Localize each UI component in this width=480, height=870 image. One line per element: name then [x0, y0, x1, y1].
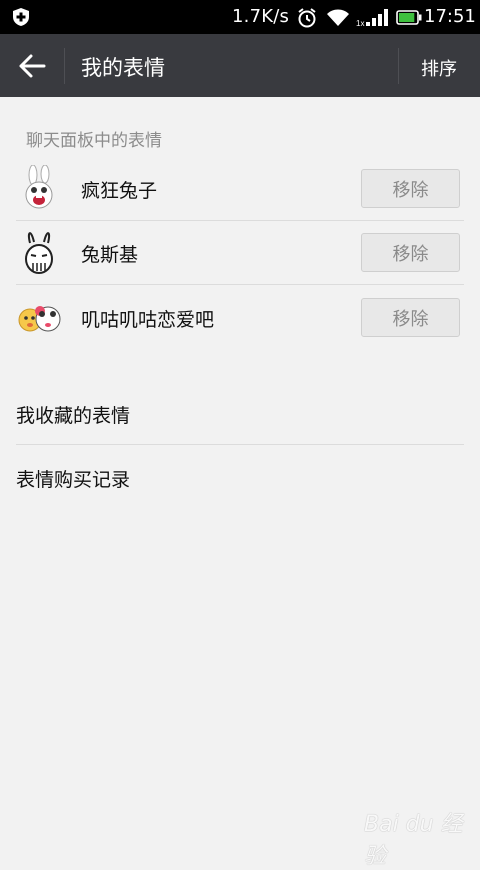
status-bar: 1.7K/s 1x 17:51 [0, 0, 480, 34]
watermark: Bai du 经验 [364, 812, 463, 869]
back-arrow-icon[interactable] [18, 53, 46, 79]
header-divider [398, 48, 399, 84]
shield-icon [13, 8, 29, 26]
header-divider [64, 48, 65, 84]
clock: 17:51 [424, 6, 476, 27]
header: 我的表情 排序 [0, 34, 480, 97]
wifi-icon [327, 9, 349, 26]
sticker-row: 叽咕叽咕恋爱吧 移除 [0, 286, 480, 350]
row-divider [16, 284, 464, 285]
sticker-name: 叽咕叽咕恋爱吧 [81, 309, 215, 331]
purchase-history-link[interactable]: 表情购买记录 [16, 465, 130, 492]
alarm-icon [298, 8, 316, 28]
battery-icon [396, 10, 422, 29]
sticker-name: 疯狂兔子 [81, 180, 158, 202]
remove-button[interactable]: 移除 [361, 169, 460, 208]
remove-button[interactable]: 移除 [361, 298, 460, 337]
sticker-name: 兔斯基 [81, 244, 139, 266]
network-speed: 1.7K/s [232, 6, 290, 27]
svg-text:1x: 1x [356, 19, 364, 27]
section-divider [16, 444, 464, 445]
crazy-rabbit-icon [25, 165, 53, 209]
signal-icon: 1x [356, 9, 388, 27]
page-title: 我的表情 [81, 56, 165, 80]
sticker-row: 兔斯基 移除 [0, 221, 480, 285]
section-label: 聊天面板中的表情 [26, 131, 162, 151]
favorites-link[interactable]: 我收藏的表情 [16, 401, 130, 428]
love-couple-icon [18, 306, 61, 332]
remove-button[interactable]: 移除 [361, 233, 460, 272]
sticker-row: 疯狂兔子 移除 [0, 157, 480, 221]
tuzki-icon [25, 232, 53, 274]
sort-button[interactable]: 排序 [421, 55, 457, 81]
